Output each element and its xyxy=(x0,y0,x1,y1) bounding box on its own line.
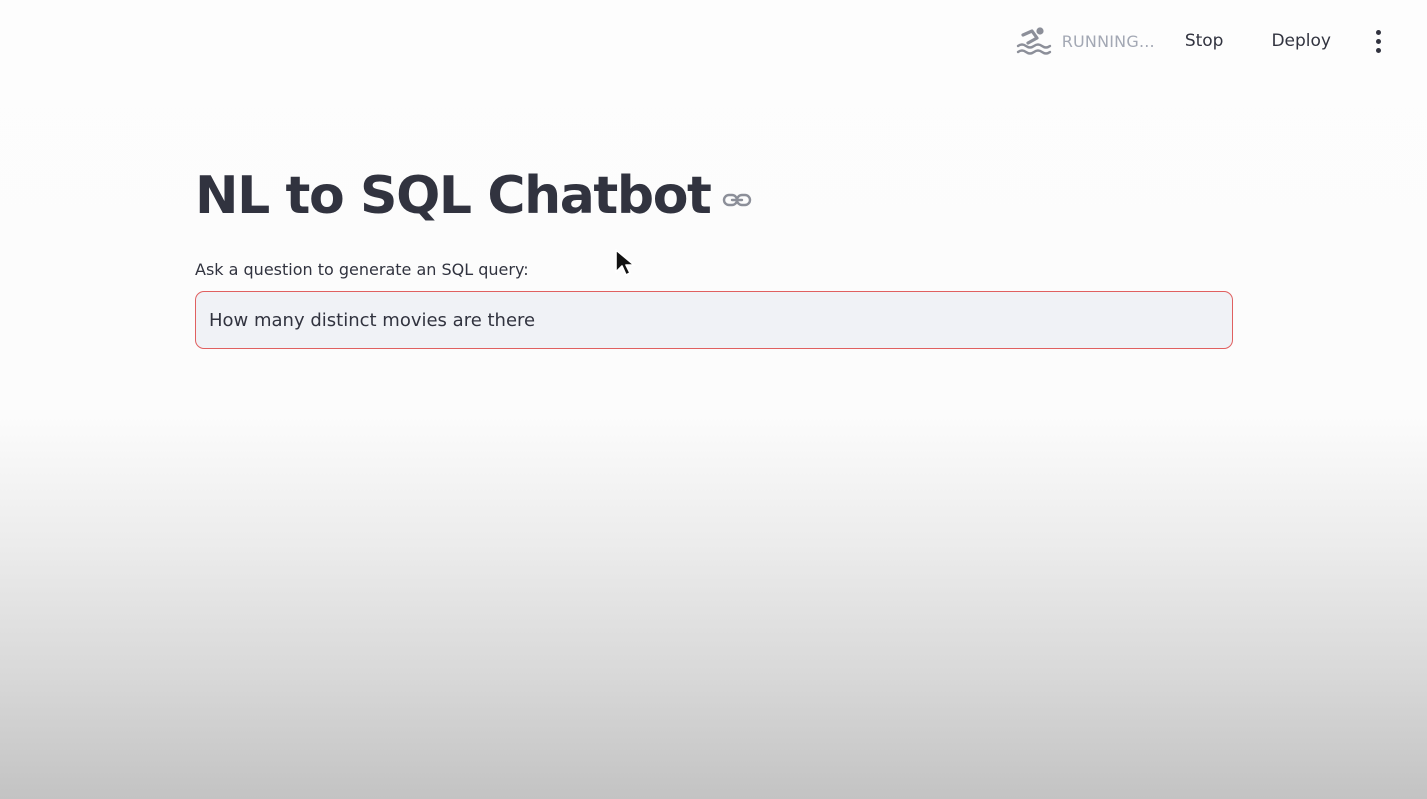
stop-button[interactable]: Stop xyxy=(1177,23,1232,59)
swimmer-icon xyxy=(1016,27,1051,55)
kebab-menu-icon-dot xyxy=(1375,47,1381,53)
question-label: Ask a question to generate an SQL query: xyxy=(195,260,529,279)
question-input[interactable] xyxy=(209,309,1219,331)
running-status: RUNNING... xyxy=(1016,25,1155,57)
main-content: NL to SQL Chatbot Ask a question to gene… xyxy=(195,160,1233,349)
main-menu-button[interactable] xyxy=(1365,25,1391,57)
status-text: RUNNING... xyxy=(1061,31,1155,51)
top-toolbar: RUNNING... Stop Deploy xyxy=(1016,18,1427,64)
page-title: NL to SQL Chatbot xyxy=(195,166,712,226)
deploy-button[interactable]: Deploy xyxy=(1263,23,1339,59)
kebab-menu-icon-dot xyxy=(1375,38,1381,44)
link-icon[interactable] xyxy=(722,190,752,210)
kebab-menu-icon xyxy=(1375,29,1381,35)
question-input-container[interactable] xyxy=(195,291,1233,349)
title-row: NL to SQL Chatbot xyxy=(195,160,1233,232)
mouse-pointer-icon xyxy=(615,249,635,276)
